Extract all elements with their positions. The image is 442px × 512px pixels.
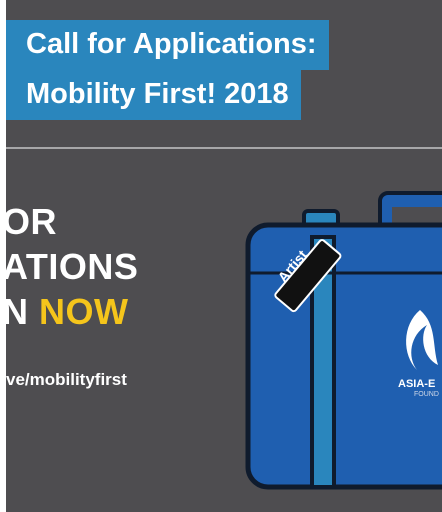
suitcase-logo-text: ASIA-E <box>398 378 436 390</box>
suitcase-illustration <box>245 191 442 490</box>
suitcase-logo-subtext: FOUND <box>414 391 439 398</box>
title-line-2: Mobility First! 2018 <box>6 70 301 120</box>
divider-line <box>6 147 442 149</box>
cta-line-3: N NOW <box>6 290 129 334</box>
cta-line-3-prefix: N <box>6 291 29 332</box>
title-line-1: Call for Applications: <box>6 20 329 70</box>
announcement-card[interactable]: Call for Applications: Mobility First! 2… <box>6 0 442 512</box>
suitcase-body <box>245 222 442 490</box>
cta-line-2: ATIONS <box>6 246 139 287</box>
poster-url: ve/mobilityfirst <box>6 370 127 389</box>
cta-now-highlight: NOW <box>39 291 129 332</box>
cta-line-1: OR <box>6 201 57 242</box>
